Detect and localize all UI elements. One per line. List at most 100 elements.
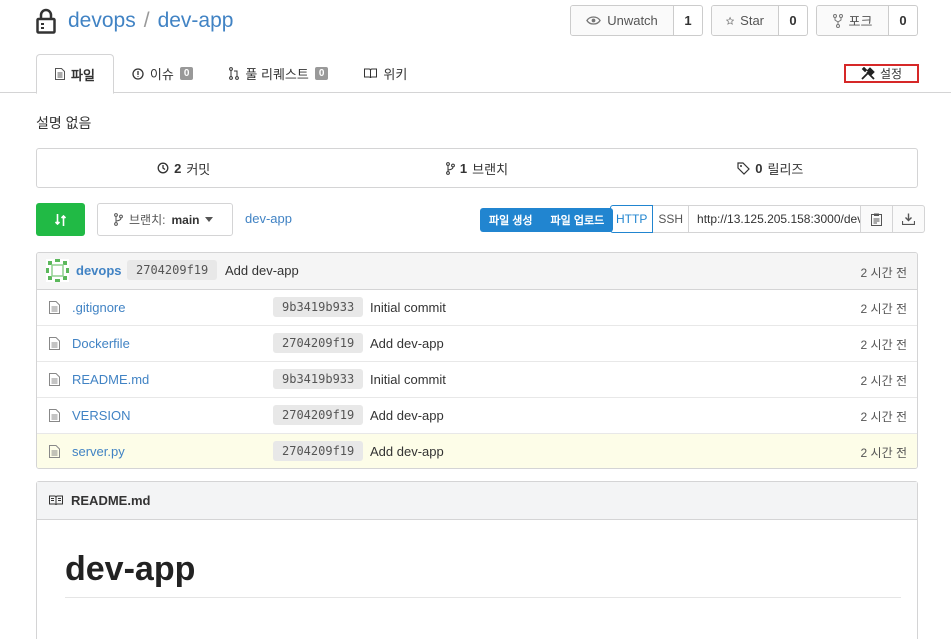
download-button[interactable] xyxy=(893,205,926,233)
file-commit-time: 2 시간 전 xyxy=(860,302,907,316)
file-commit-sha[interactable]: 2704209f19 xyxy=(273,333,364,353)
releases-label: 릴리즈 xyxy=(767,161,804,177)
repo-header: devops / dev-app Unwatch 1 Star 0 포크 0 파… xyxy=(0,0,951,94)
copy-url-button[interactable] xyxy=(861,205,894,233)
clone-ssh-button[interactable]: SSH xyxy=(653,205,690,233)
pull-request-icon xyxy=(229,67,240,80)
repo-title: devops / dev-app xyxy=(36,4,233,38)
readme-heading: dev-app xyxy=(65,550,196,588)
new-file-button[interactable]: 파일 생성 xyxy=(480,208,542,232)
file-commit-message: Add dev-app xyxy=(370,444,444,459)
fork-icon xyxy=(832,13,843,28)
lock-icon xyxy=(36,8,56,34)
tab-settings-label: 설정 xyxy=(879,67,903,81)
file-icon xyxy=(49,445,60,458)
eye-icon xyxy=(586,16,602,25)
tab-wiki[interactable]: 위키 xyxy=(346,54,425,93)
latest-commit-sha[interactable]: 2704209f19 xyxy=(127,260,218,280)
repo-name-link[interactable]: dev-app xyxy=(158,9,234,33)
file-icon xyxy=(49,409,60,422)
file-commit-message: Add dev-app xyxy=(370,408,444,423)
branch-icon xyxy=(114,213,123,226)
file-commit-sha[interactable]: 2704209f19 xyxy=(273,441,364,461)
avatar xyxy=(46,259,69,282)
branch-icon xyxy=(446,161,455,175)
history-icon xyxy=(157,162,169,174)
watchers-count[interactable]: 1 xyxy=(674,6,702,35)
releases-stat[interactable]: 0 릴리즈 xyxy=(624,149,917,187)
commits-stat[interactable]: 2 커밋 xyxy=(37,149,330,187)
latest-commit-time: 2 시간 전 xyxy=(860,266,907,280)
fork-button[interactable]: 포크 xyxy=(817,6,889,35)
stars-count[interactable]: 0 xyxy=(779,6,807,35)
repo-toolbar: 브랜치: main dev-app 파일 생성 파일 업로드 HTTP SSH … xyxy=(36,203,926,236)
file-icon xyxy=(49,373,60,386)
commit-author-link[interactable]: devops xyxy=(76,263,122,278)
latest-commit-message: Add dev-app xyxy=(225,263,299,278)
file-icon xyxy=(49,337,60,350)
book-icon xyxy=(364,68,378,79)
forks-count[interactable]: 0 xyxy=(889,6,917,35)
clone-http-button[interactable]: HTTP xyxy=(610,205,654,233)
file-commit-message: Initial commit xyxy=(370,300,446,315)
fork-label: 포크 xyxy=(848,14,873,29)
tab-files[interactable]: 파일 xyxy=(36,54,114,94)
file-commit-message: Initial commit xyxy=(370,372,446,387)
unwatch-label: Unwatch xyxy=(607,13,658,28)
releases-count: 0 xyxy=(755,160,763,176)
file-name-link[interactable]: server.py xyxy=(72,444,125,459)
tab-files-label: 파일 xyxy=(71,67,95,83)
commits-count: 2 xyxy=(174,160,182,176)
watch-button-group: Unwatch 1 xyxy=(570,5,703,36)
repo-stats-bar: 2 커밋 1 브랜치 0 릴리즈 xyxy=(36,148,918,188)
star-label: Star xyxy=(740,13,764,28)
branches-label: 브랜치 xyxy=(472,161,509,177)
pull-requests-count-badge: 0 xyxy=(314,67,329,80)
repo-tabs: 파일 이슈 0 풀 리퀘스트 0 위키 xyxy=(36,54,425,94)
star-icon xyxy=(726,16,735,25)
file-row: server.py 2704209f19 Add dev-app 2 시간 전 xyxy=(37,434,917,468)
clone-panel: HTTP SSH http://13.125.205.158:3000/devo… xyxy=(610,205,926,233)
file-name-link[interactable]: README.md xyxy=(72,372,149,387)
file-commit-sha[interactable]: 9b3419b933 xyxy=(273,297,364,317)
clipboard-icon xyxy=(871,213,883,226)
caret-down-icon xyxy=(205,217,214,222)
file-row: .gitignore 9b3419b933 Initial commit 2 시… xyxy=(37,290,917,326)
tab-settings[interactable]: 설정 xyxy=(844,64,919,83)
file-commit-time: 2 시간 전 xyxy=(860,374,907,388)
tab-pull-requests[interactable]: 풀 리퀘스트 0 xyxy=(211,54,346,93)
latest-commit-row: devops 2704209f19 Add dev-app 2 시간 전 xyxy=(37,253,917,290)
unwatch-button[interactable]: Unwatch xyxy=(571,6,674,35)
tab-issues[interactable]: 이슈 0 xyxy=(114,54,211,93)
file-name-link[interactable]: VERSION xyxy=(72,408,131,423)
file-actions: 파일 생성 파일 업로드 xyxy=(480,208,614,232)
file-name-link[interactable]: .gitignore xyxy=(72,300,125,315)
file-name-link[interactable]: Dockerfile xyxy=(72,336,130,351)
readme-divider xyxy=(65,597,901,598)
branches-count: 1 xyxy=(459,160,468,176)
file-list: devops 2704209f19 Add dev-app 2 시간 전 .gi… xyxy=(36,252,918,469)
tab-pull-requests-label: 풀 리퀘스트 xyxy=(245,67,309,82)
clone-url-input[interactable]: http://13.125.205.158:3000/devops/dev-ap… xyxy=(689,205,862,233)
branch-dropdown[interactable]: 브랜치: main xyxy=(97,203,233,236)
star-button-group: Star 0 xyxy=(711,5,808,36)
file-row: Dockerfile 2704209f19 Add dev-app 2 시간 전 xyxy=(37,326,917,362)
path-breadcrumb[interactable]: dev-app xyxy=(245,211,292,226)
readme-panel: README.md dev-app xyxy=(36,481,918,639)
issue-icon xyxy=(132,67,144,80)
repo-title-separator: / xyxy=(143,9,150,32)
file-commit-time: 2 시간 전 xyxy=(860,446,907,460)
branches-stat[interactable]: 1 브랜치 xyxy=(330,149,623,187)
compare-button[interactable] xyxy=(36,203,85,236)
download-icon xyxy=(902,213,916,225)
book-icon xyxy=(49,495,63,506)
star-button[interactable]: Star xyxy=(712,6,779,35)
tag-icon xyxy=(737,161,751,175)
repo-owner-link[interactable]: devops xyxy=(68,9,136,33)
tab-wiki-label: 위키 xyxy=(383,67,408,82)
branch-name: main xyxy=(171,212,200,227)
repo-description: 설명 없음 xyxy=(36,115,92,131)
file-commit-sha[interactable]: 2704209f19 xyxy=(273,405,364,425)
upload-file-button[interactable]: 파일 업로드 xyxy=(542,208,614,232)
file-commit-sha[interactable]: 9b3419b933 xyxy=(273,369,364,389)
